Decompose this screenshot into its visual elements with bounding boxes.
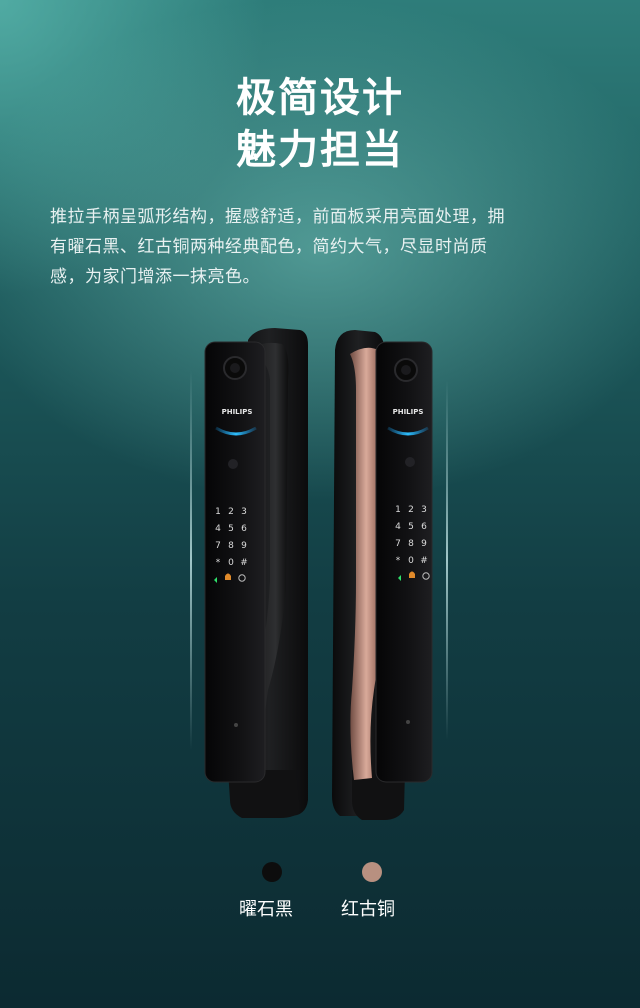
- lock-copper: PHILIPS 1 2 3 4 5 6 7 8 9 * 0 #: [332, 330, 433, 820]
- color-label-copper: 红古铜: [341, 899, 395, 920]
- headline-line-2: 魅力担当: [236, 127, 404, 173]
- lock-black: PHILIPS 1 2 3 4 5 6 7 8 9 * 0 #: [204, 328, 308, 818]
- keypad-key: #: [420, 556, 428, 566]
- keypad-key: 9: [421, 539, 427, 549]
- description: 推拉手柄呈弧形结构，握感舒适，前面板采用亮面处理，拥 有曜石黑、红古铜两种经典配…: [50, 202, 600, 292]
- keypad-key: 9: [241, 541, 247, 551]
- headline-line-1: 极简设计: [236, 75, 404, 121]
- keypad-key: 8: [228, 541, 234, 551]
- keypad-key: *: [396, 556, 401, 566]
- keypad-key: 1: [215, 507, 221, 517]
- color-label-black: 曜石黑: [239, 899, 293, 920]
- keypad-key: 3: [421, 505, 427, 515]
- keypad-key: 6: [421, 522, 427, 532]
- headline: 极简设计 魅力担当: [0, 72, 640, 176]
- keypad-key: 4: [215, 524, 221, 534]
- light-streak-left: [190, 370, 192, 750]
- keypad-key: *: [216, 558, 221, 568]
- keypad-key: 8: [408, 539, 414, 549]
- keypad-key: 1: [395, 505, 401, 515]
- brand-logo-copper: PHILIPS: [393, 408, 424, 416]
- keypad-key: 0: [408, 556, 414, 566]
- product-image: PHILIPS 1 2 3 4 5 6 7 8 9 * 0 # PHILIPS 1 2 3 4 5 6 7 8 9 * 0…: [0, 310, 640, 830]
- keypad-key: 5: [228, 524, 234, 534]
- keypad-key: 2: [408, 505, 414, 515]
- keypad-key: 2: [228, 507, 234, 517]
- description-line-3: 感，为家门增添一抹亮色。: [50, 267, 260, 287]
- keypad-key: 5: [408, 522, 414, 532]
- keypad-key: 3: [241, 507, 247, 517]
- light-streak-right: [446, 380, 448, 740]
- keypad-key: #: [240, 558, 248, 568]
- keypad-key: 0: [228, 558, 234, 568]
- swatch-obsidian-black[interactable]: [262, 862, 282, 882]
- keypad-key: 4: [395, 522, 401, 532]
- keypad-key: 6: [241, 524, 247, 534]
- smart-lock-illustration: PHILIPS 1 2 34 5 67 8 9* 0 # PHILIPS 1 2 34 5 67 8 9* 0…: [204, 328, 433, 820]
- description-line-1: 推拉手柄呈弧形结构，握感舒适，前面板采用亮面处理，拥: [50, 207, 505, 227]
- keypad-key: 7: [395, 539, 401, 549]
- keypad-key: 7: [215, 541, 221, 551]
- swatch-red-bronze[interactable]: [362, 862, 382, 882]
- brand-logo-black: PHILIPS: [222, 408, 253, 416]
- description-line-2: 有曜石黑、红古铜两种经典配色，简约大气，尽显时尚质: [50, 237, 488, 257]
